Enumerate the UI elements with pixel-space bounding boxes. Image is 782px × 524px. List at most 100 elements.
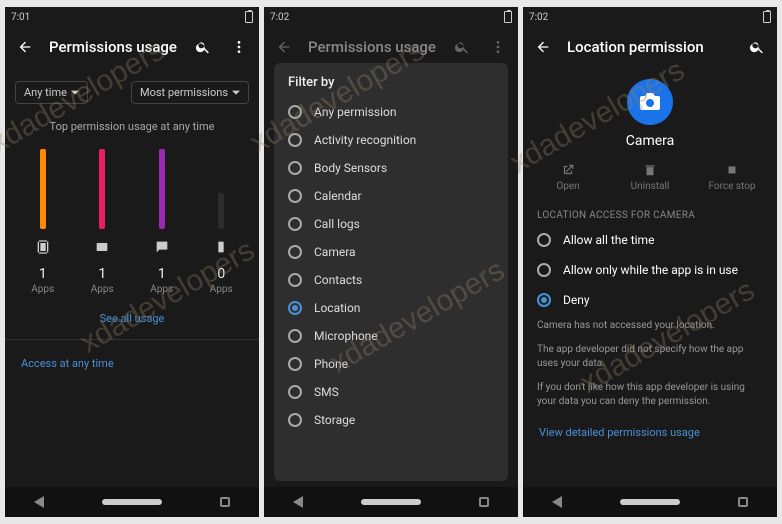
overflow-icon[interactable] — [227, 35, 251, 59]
forcestop-button[interactable]: Force stop — [697, 163, 767, 192]
count-1: 1 — [23, 266, 63, 282]
battery-icon — [245, 11, 253, 23]
count-3: 1 — [142, 266, 182, 282]
radio-icon — [288, 189, 302, 203]
page-title: Location permission — [567, 38, 733, 56]
phone-icon — [23, 239, 63, 258]
filter-option-label: Any permission — [314, 105, 397, 119]
bar-sms — [159, 149, 165, 229]
counts-row: 1 1 1 0 — [5, 262, 259, 284]
filter-option[interactable]: Call logs — [278, 210, 504, 238]
back-icon[interactable] — [531, 35, 555, 59]
radio-icon — [288, 245, 302, 259]
filter-title: Filter by — [278, 73, 504, 98]
divider — [5, 339, 259, 340]
filter-option[interactable]: Microphone — [278, 322, 504, 350]
filter-option[interactable]: Any permission — [278, 98, 504, 126]
radio-icon — [537, 293, 551, 307]
back-icon[interactable] — [272, 35, 296, 59]
filter-option-label: Microphone — [314, 329, 378, 343]
filter-option[interactable]: Location — [278, 294, 504, 322]
choice-label: Deny — [563, 293, 590, 307]
apps-label: Apps — [142, 284, 182, 295]
search-icon[interactable] — [745, 35, 769, 59]
radio-icon — [288, 329, 302, 343]
nav-recent[interactable] — [220, 497, 230, 507]
filter-option-label: Phone — [314, 357, 348, 371]
filter-option[interactable]: SMS — [278, 378, 504, 406]
filter-option-label: Camera — [314, 245, 356, 259]
app-name: Camera — [523, 133, 777, 149]
clock: 7:02 — [270, 12, 289, 23]
back-icon[interactable] — [13, 35, 37, 59]
nav-recent[interactable] — [738, 497, 748, 507]
nav-home[interactable] — [620, 499, 680, 505]
radio-icon — [288, 133, 302, 147]
nav-home[interactable] — [361, 499, 421, 505]
filter-option[interactable]: Calendar — [278, 182, 504, 210]
filter-option[interactable]: Phone — [278, 350, 504, 378]
radio-icon — [288, 217, 302, 231]
permission-choice[interactable]: Allow only while the app is in use — [523, 255, 777, 285]
bar-phone — [40, 149, 46, 229]
apps-label: Apps — [23, 284, 63, 295]
choice-label: Allow all the time — [563, 233, 654, 247]
nav-back[interactable] — [552, 496, 562, 508]
navbar — [5, 487, 259, 517]
search-icon[interactable] — [450, 35, 474, 59]
radio-icon — [537, 233, 551, 247]
search-icon[interactable] — [191, 35, 215, 59]
radio-icon — [288, 357, 302, 371]
appbar: Permissions usage — [264, 27, 518, 67]
app-hero: Camera — [523, 67, 777, 155]
navbar — [264, 487, 518, 517]
permission-choice[interactable]: Deny — [523, 285, 777, 315]
count-4: 0 — [201, 266, 241, 282]
sort-dropdown[interactable]: Most permissions — [131, 81, 249, 104]
filter-option[interactable]: Camera — [278, 238, 504, 266]
contacts-icon — [82, 239, 122, 258]
section-header: LOCATION ACCESS FOR CAMERA — [523, 200, 777, 225]
statusbar: 7:01 — [5, 7, 259, 27]
see-all-link[interactable]: See all usage — [100, 312, 165, 325]
camera-app-icon — [627, 79, 673, 125]
nav-back[interactable] — [34, 496, 44, 508]
device-icon — [201, 239, 241, 258]
appbar: Permissions usage — [5, 27, 259, 67]
permission-choice[interactable]: Allow all the time — [523, 225, 777, 255]
radio-icon — [288, 301, 302, 315]
uninstall-button[interactable]: Uninstall — [615, 163, 685, 192]
nav-back[interactable] — [293, 496, 303, 508]
forcestop-label: Force stop — [708, 181, 755, 192]
sort-label: Most permissions — [140, 86, 228, 99]
time-filter-dropdown[interactable]: Any time — [15, 81, 88, 104]
nav-home[interactable] — [102, 499, 162, 505]
filter-option[interactable]: Contacts — [278, 266, 504, 294]
statusbar: 7:02 — [264, 7, 518, 27]
detailed-link[interactable]: View detailed permissions usage — [539, 426, 700, 439]
overflow-icon[interactable] — [486, 35, 510, 59]
bar-contacts — [99, 149, 105, 229]
radio-icon — [288, 105, 302, 119]
sms-icon — [142, 239, 182, 258]
appbar: Location permission — [523, 27, 777, 67]
screen-permissions-usage: 7:01 Permissions usage Any time Most per… — [5, 7, 259, 517]
radio-icon — [288, 273, 302, 287]
chevron-down-icon — [71, 89, 79, 97]
open-button[interactable]: Open — [533, 163, 603, 192]
screen-location-permission: 7:02 Location permission Camera Open Uni… — [523, 7, 777, 517]
note-3: If you don't like how this app developer… — [523, 377, 777, 415]
filter-option-label: Calendar — [314, 189, 362, 203]
filter-option[interactable]: Activity recognition — [278, 126, 504, 154]
filter-option-label: Location — [314, 301, 360, 315]
filter-option[interactable]: Body Sensors — [278, 154, 504, 182]
chevron-down-icon — [232, 89, 240, 97]
filter-option[interactable]: Storage — [278, 406, 504, 434]
filters: Any time Most permissions — [5, 67, 259, 110]
access-link[interactable]: Access at any time — [21, 357, 114, 370]
filter-option-label: SMS — [314, 385, 339, 399]
nav-recent[interactable] — [479, 497, 489, 507]
note-1: Camera has not accessed your location. — [523, 315, 777, 339]
navbar — [523, 487, 777, 517]
clock: 7:01 — [11, 12, 30, 23]
